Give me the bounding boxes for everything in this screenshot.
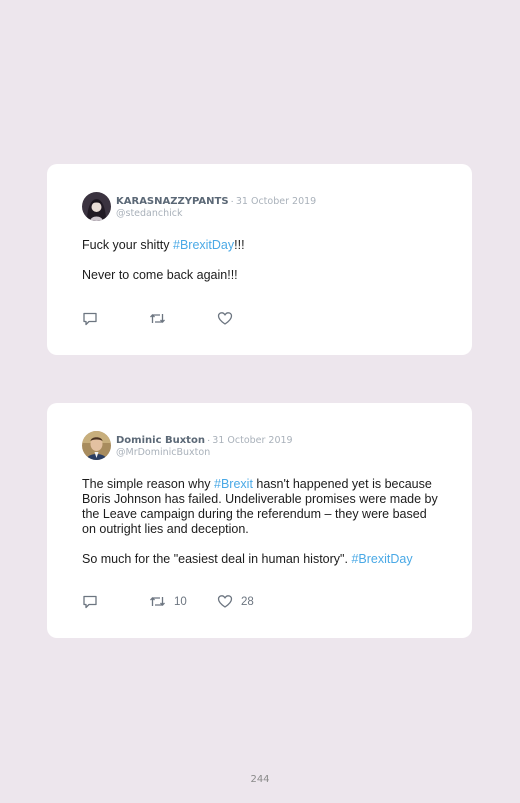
retweet-button[interactable]: 10 bbox=[149, 594, 217, 609]
tweet-text: Never to come back again!!! bbox=[82, 268, 238, 282]
reply-icon bbox=[83, 312, 97, 326]
separator-dot: · bbox=[230, 196, 234, 207]
like-button[interactable] bbox=[217, 311, 241, 326]
separator-dot: · bbox=[206, 435, 211, 446]
tweet-text: !!! bbox=[234, 238, 245, 252]
tweet-actions: 10 28 bbox=[82, 594, 254, 609]
heart-icon bbox=[217, 312, 233, 325]
hashtag-link[interactable]: #BrexitDay bbox=[351, 552, 412, 566]
reply-icon bbox=[83, 595, 97, 609]
retweet-icon bbox=[150, 597, 165, 606]
author-handle[interactable]: @MrDominicBuxton bbox=[116, 447, 293, 459]
tweet-paragraph: Fuck your shitty #BrexitDay!!! bbox=[82, 238, 442, 253]
tweet-paragraph: Never to come back again!!! bbox=[82, 268, 442, 283]
tweet-header: Dominic Buxton · 31 October 2019 @MrDomini… bbox=[82, 431, 293, 460]
avatar[interactable] bbox=[82, 192, 111, 221]
tweet-date: 31 October 2019 bbox=[212, 435, 293, 446]
reply-button[interactable] bbox=[82, 594, 149, 609]
hashtag-link[interactable]: #Brexit bbox=[214, 477, 253, 491]
like-button[interactable]: 28 bbox=[217, 594, 254, 609]
tweet-card: KARASNAZZYPANTS · 31 October 2019 @stedanc… bbox=[47, 164, 472, 355]
author-name[interactable]: KARASNAZZYPANTS bbox=[116, 196, 229, 207]
author-handle[interactable]: @stedanchick bbox=[116, 208, 316, 220]
tweet-text: The simple reason why bbox=[82, 477, 215, 491]
tweet-paragraph: So much for the "easiest deal in human h… bbox=[82, 552, 442, 567]
tweet-header: KARASNAZZYPANTS · 31 October 2019 @stedanc… bbox=[82, 192, 316, 221]
hashtag-link[interactable]: #BrexitDay bbox=[173, 238, 234, 252]
tweet-actions bbox=[82, 311, 241, 326]
author-name[interactable]: Dominic Buxton bbox=[116, 435, 205, 446]
tweet-text: Fuck your shitty bbox=[82, 238, 173, 252]
tweet-card: Dominic Buxton · 31 October 2019 @MrDomini… bbox=[47, 403, 472, 638]
heart-icon bbox=[217, 595, 233, 608]
tweet-text: So much for the "easiest deal in human h… bbox=[82, 552, 352, 566]
tweet-paragraph: The simple reason why #Brexit hasn't hap… bbox=[82, 477, 442, 537]
retweet-button[interactable] bbox=[149, 311, 217, 326]
retweet-icon bbox=[150, 314, 165, 323]
tweet-body: Fuck your shitty #BrexitDay!!! Never to … bbox=[82, 238, 442, 283]
reply-button[interactable] bbox=[82, 311, 149, 326]
avatar[interactable] bbox=[82, 431, 111, 460]
page-number: 244 bbox=[250, 774, 270, 785]
retweet-count: 10 bbox=[174, 595, 187, 608]
tweet-date: 31 October 2019 bbox=[235, 196, 317, 207]
like-count: 28 bbox=[241, 595, 254, 608]
tweet-body: The simple reason why #Brexit hasn't hap… bbox=[82, 477, 442, 567]
